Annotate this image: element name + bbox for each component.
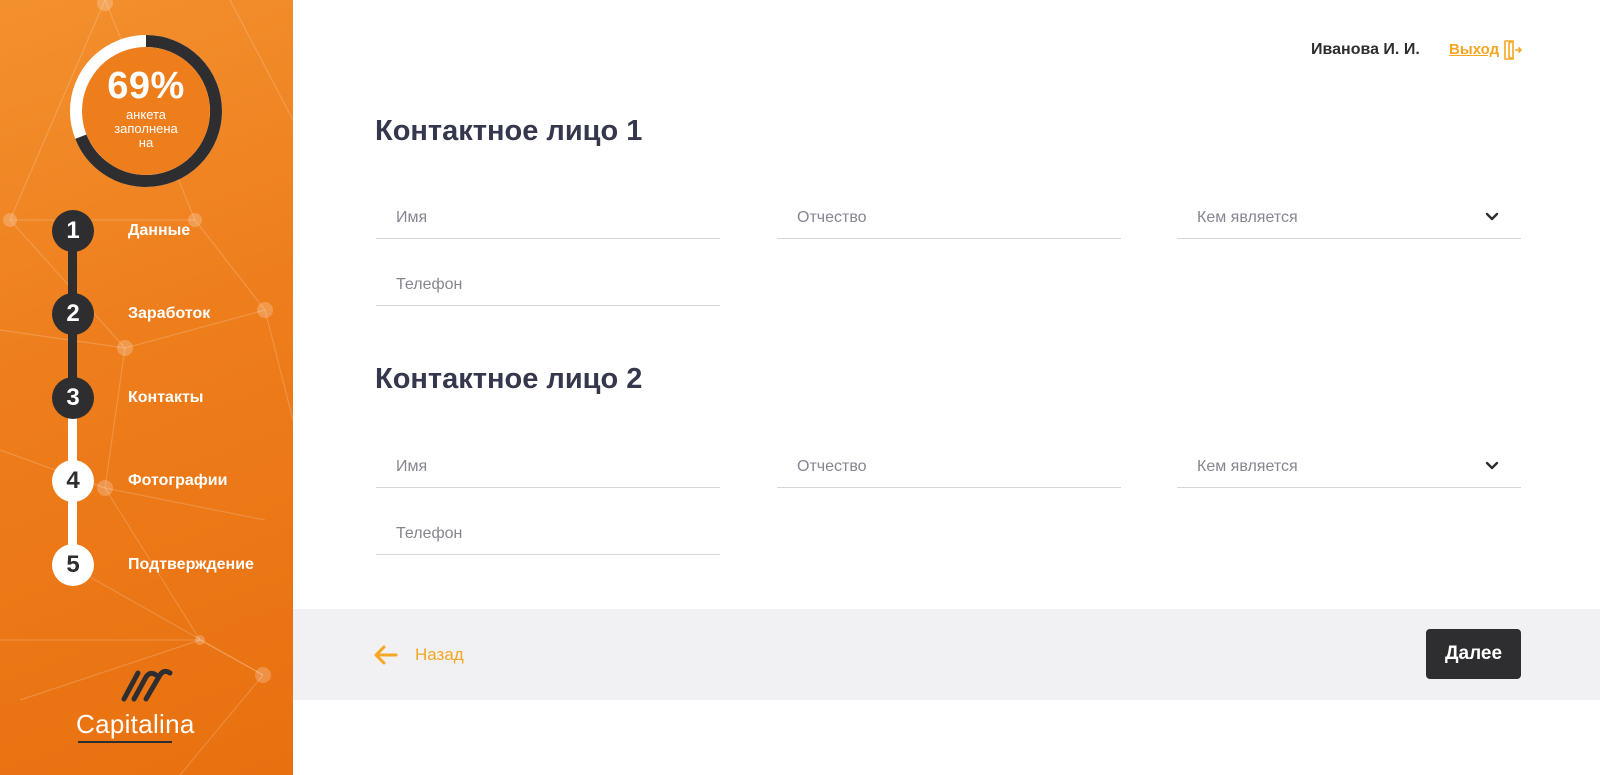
contact1-phone-input[interactable] [376,264,720,305]
chevron-down-icon[interactable] [1485,212,1499,222]
step-number: 4 [52,460,94,502]
arrow-left-icon [374,645,398,665]
contact2-phone-field[interactable] [376,513,720,555]
progress-percent: 69% [107,65,185,107]
step-label: Контакты [128,389,204,406]
logo-text-accent: ina [159,709,195,739]
back-label: Назад [415,645,464,664]
contact2-phone-input[interactable] [376,513,720,554]
step-photos[interactable]: 4 Фотографии [52,460,282,502]
chevron-down-icon[interactable] [1485,461,1499,471]
sidebar: 69% анкета заполнена на 1 Данные 2 Зараб… [0,0,293,775]
contact2-relation-placeholder: Кем является [1197,458,1298,475]
contact1-relation-placeholder: Кем является [1197,209,1298,226]
step-number: 5 [52,544,94,586]
footer-bar [293,609,1600,700]
logo-mark-icon [121,668,173,702]
step-confirmation[interactable]: 5 Подтверждение [52,544,282,586]
contact1-name-field[interactable] [376,197,720,239]
contact2-relation-select[interactable]: Кем является [1177,446,1521,488]
step-label: Фотографии [128,472,228,489]
step-earnings[interactable]: 2 Заработок [52,293,282,335]
step-contacts[interactable]: 3 Контакты [52,377,282,419]
next-button[interactable]: Далее [1426,629,1521,679]
contact2-patronymic-field[interactable] [777,446,1121,488]
logout-icon[interactable] [1504,40,1522,60]
step-data[interactable]: 1 Данные [52,210,282,252]
step-number: 1 [52,210,94,252]
logo-text-regular: Capital [76,709,160,739]
contact1-phone-field[interactable] [376,264,720,306]
contact1-relation-select[interactable]: Кем является [1177,197,1521,239]
contact2-name-input[interactable] [376,446,720,487]
contact2-name-field[interactable] [376,446,720,488]
progress-ring: 69% анкета заполнена на [65,30,227,192]
logout-link[interactable]: Выход [1449,41,1499,58]
contact2-patronymic-input[interactable] [777,446,1121,487]
step-number: 3 [52,377,94,419]
progress-text: 69% анкета заполнена на [65,66,227,150]
contact1-patronymic-input[interactable] [777,197,1121,238]
section-title-contact-2: Контактное лицо 2 [375,363,643,395]
step-label: Подтверждение [128,556,254,573]
section-title-contact-1: Контактное лицо 1 [375,115,643,147]
contact1-patronymic-field[interactable] [777,197,1121,239]
step-number: 2 [52,293,94,335]
logo-text: Capitalina [76,709,195,740]
capitalina-logo: Capitalina [76,665,216,745]
step-label: Данные [128,222,191,239]
progress-caption: анкета заполнена на [114,107,178,150]
step-label: Заработок [128,305,211,322]
contact1-name-input[interactable] [376,197,720,238]
user-name: Иванова И. И. [1311,41,1420,58]
logo-underline [78,741,172,743]
